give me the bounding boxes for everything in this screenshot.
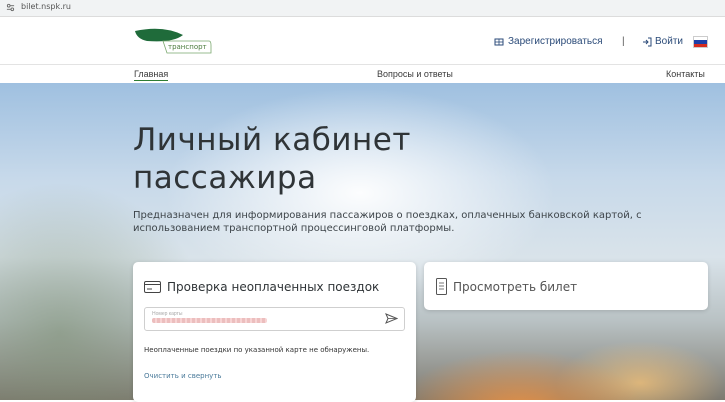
language-flag-icon[interactable] xyxy=(693,36,708,48)
view-ticket-card[interactable]: Просмотреть билет xyxy=(424,262,708,310)
page-title: Личный кабинет пассажира xyxy=(133,122,411,196)
card-icon xyxy=(144,281,161,293)
main-nav: Главная Вопросы и ответы Контакты xyxy=(0,64,725,84)
register-link[interactable]: Зарегистрироваться xyxy=(494,36,603,47)
login-label: Войти xyxy=(655,36,683,47)
clear-and-collapse-link[interactable]: Очистить и свернуть xyxy=(144,372,222,380)
logo-text: транспорт xyxy=(168,43,207,51)
send-icon[interactable] xyxy=(385,313,398,324)
check-unpaid-trips-card: Проверка неоплаченных поездок Номер карт… xyxy=(133,262,416,402)
check-card-title: Проверка неоплаченных поездок xyxy=(167,280,380,294)
nav-item-home[interactable]: Главная xyxy=(134,69,169,81)
header-separator: | xyxy=(622,36,625,47)
login-link[interactable]: Войти xyxy=(642,36,683,47)
card-number-value-redacted xyxy=(152,318,267,323)
nav-item-faq[interactable]: Вопросы и ответы xyxy=(377,69,453,79)
register-label: Зарегистрироваться xyxy=(508,36,603,47)
card-number-placeholder: Номер карты xyxy=(152,311,183,317)
view-ticket-title: Просмотреть билет xyxy=(453,280,578,294)
login-icon xyxy=(643,37,652,46)
logo[interactable] xyxy=(133,27,213,57)
hero-description: Предназначен для информирования пассажир… xyxy=(133,210,642,234)
site-header xyxy=(0,17,725,64)
browser-address-bar[interactable]: bilet.nspk.ru xyxy=(0,0,725,17)
no-unpaid-trips-message: Неоплаченные поездки по указанной карте … xyxy=(144,346,370,354)
nav-item-contacts[interactable]: Контакты xyxy=(666,69,705,79)
url-text[interactable]: bilet.nspk.ru xyxy=(21,2,71,11)
document-icon xyxy=(436,278,447,295)
ticket-icon xyxy=(494,38,504,45)
card-number-input[interactable]: Номер карты xyxy=(144,307,405,331)
site-info-icon[interactable] xyxy=(6,3,15,12)
